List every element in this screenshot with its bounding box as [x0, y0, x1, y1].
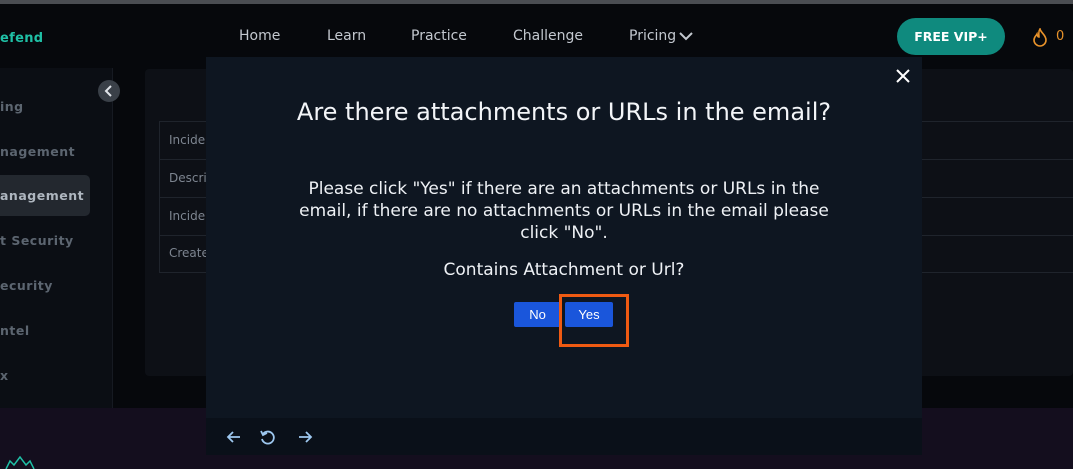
- sidebar-item-4[interactable]: t Security: [0, 233, 74, 248]
- nav-pricing-label: Pricing: [629, 28, 677, 44]
- table-row-label: Descri: [169, 171, 207, 185]
- sidebar-item-5[interactable]: ecurity: [0, 278, 53, 293]
- playbook-modal: Are there attachments or URLs in the ema…: [206, 57, 922, 455]
- nav-challenge[interactable]: Challenge: [513, 28, 583, 44]
- no-button[interactable]: No: [514, 302, 561, 327]
- nav-learn[interactable]: Learn: [327, 28, 366, 44]
- yes-button-highlight: [559, 294, 629, 347]
- sidebar-item-1[interactable]: ing: [0, 99, 24, 114]
- modal-footer: [206, 418, 922, 455]
- modal-question: Contains Attachment or Url?: [443, 260, 685, 280]
- sidebar-collapse-button[interactable]: [98, 80, 120, 102]
- sidebar-item-6[interactable]: ntel: [0, 323, 30, 338]
- modal-description: Please click "Yes" if there are an attac…: [299, 179, 829, 243]
- flame-icon: [1033, 28, 1047, 47]
- modal-title: Are there attachments or URLs in the ema…: [296, 98, 832, 126]
- brand-logo[interactable]: efend: [0, 31, 43, 46]
- streak-count: 0: [1056, 29, 1065, 44]
- badge-icon: [5, 455, 35, 469]
- table-row-label: Incide: [169, 209, 206, 223]
- rotate-ccw-icon[interactable]: [259, 429, 277, 447]
- arrow-left-icon[interactable]: [226, 429, 242, 445]
- table-row-label: Create: [169, 246, 209, 260]
- free-vip-button[interactable]: FREE VIP+: [897, 18, 1005, 55]
- chevron-down-icon: [679, 32, 693, 41]
- arrow-right-icon[interactable]: [297, 429, 313, 445]
- nav-practice[interactable]: Practice: [411, 28, 467, 44]
- chevron-left-icon: [104, 85, 112, 97]
- sidebar-item-active[interactable]: anagement: [0, 175, 90, 216]
- sidebar-item-7[interactable]: x: [0, 368, 9, 383]
- sidebar-item-2[interactable]: nagement: [0, 144, 75, 159]
- nav-pricing[interactable]: Pricing: [629, 28, 693, 44]
- table-row-label: Incide: [169, 133, 206, 147]
- sidebar-item-active-label: anagement: [0, 188, 85, 203]
- close-icon[interactable]: [896, 69, 910, 83]
- nav-home[interactable]: Home: [239, 28, 280, 44]
